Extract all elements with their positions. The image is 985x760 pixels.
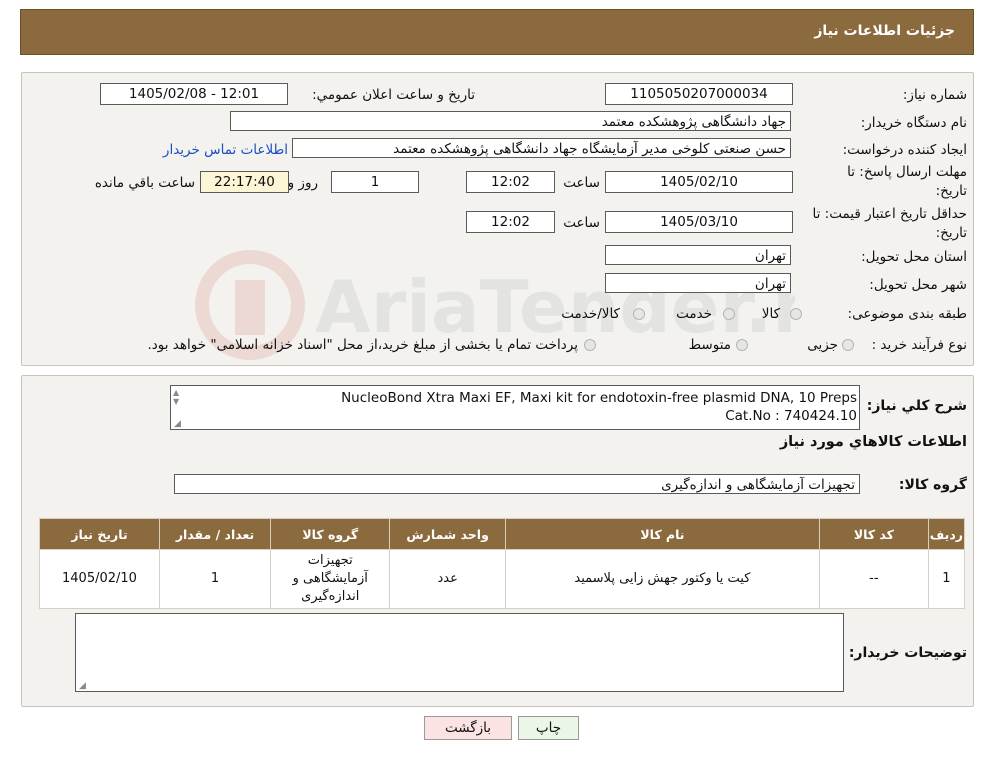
buyer-org-label: نام دستگاه خريدار: [860, 115, 967, 131]
province-label: استان محل تحويل: [861, 249, 967, 265]
remaining-time-label: ساعت باقي مانده [94, 175, 195, 191]
table-row: 1 -- کیت یا وکتور جهش زایی پلاسمید عدد ت… [39, 549, 966, 609]
buyer-notes-label: توضيحات خريدار: [848, 645, 967, 661]
cell-item-name: کیت یا وکتور جهش زایی پلاسمید [504, 549, 820, 609]
description-line-1: NucleoBond Xtra Maxi EF, Maxi kit for en… [341, 390, 857, 406]
goods-table: رديف کد کالا نام کالا واحد شمارش گروه کا… [39, 518, 966, 609]
cell-goods-group: تجهیزات آزمایشگاهی و اندازه‌گیری [270, 549, 391, 609]
resize-grip-icon[interactable]: ◢ [174, 419, 181, 429]
col-need-date: تاريخ نياز [39, 518, 160, 550]
need-number-field: 1105050207000034 [605, 83, 793, 105]
resize-grip-icon[interactable]: ◢ [79, 681, 86, 691]
cell-item-code: -- [818, 549, 929, 609]
category-label: طبقه بندی موضوعی: [847, 306, 967, 322]
announce-datetime-field: 1405/02/08 - 12:01 [100, 83, 288, 105]
description-textarea[interactable]: NucleoBond Xtra Maxi EF, Maxi kit for en… [170, 385, 860, 430]
goods-group-field: تجهیزات آزمایشگاهی و اندازه‌گیری [174, 474, 860, 494]
category-option-service: خدمت [676, 306, 712, 322]
validity-time-field: 12:02 [466, 211, 555, 233]
cell-quantity: 1 [158, 549, 272, 609]
goods-table-wrapper: رديف کد کالا نام کالا واحد شمارش گروه کا… [39, 518, 966, 609]
cell-unit: عدد [389, 549, 506, 609]
page-header: جزئیات اطلاعات نیاز [20, 9, 974, 55]
goods-group-label: گروه کالا: [898, 477, 967, 493]
description-label: شرح کلي نياز: [866, 398, 967, 414]
province-field: تهران [605, 245, 791, 265]
city-field: تهران [605, 273, 791, 293]
validity-date-field: 1405/03/10 [605, 211, 793, 233]
requester-field: حسن صنعتی کلوخی مدیر آزمایشگاه جهاد دانش… [292, 138, 791, 158]
category-radio-goods[interactable] [790, 308, 802, 320]
deadline-date-field: 1405/02/10 [605, 171, 793, 193]
buyer-notes-textarea[interactable]: ◢ [75, 613, 844, 692]
buyer-org-field: جهاد دانشگاهی پژوهشکده معتمد [230, 111, 791, 131]
category-option-goods-service: کالا/خدمت [561, 306, 620, 322]
table-header-row: رديف کد کالا نام کالا واحد شمارش گروه کا… [39, 518, 966, 550]
back-button[interactable]: بازگشت [424, 716, 512, 740]
page-title: جزئیات اطلاعات نیاز [814, 23, 955, 39]
city-label: شهر محل تحويل: [869, 277, 967, 293]
col-item-code: کد کالا [818, 518, 929, 550]
process-treasury-note: پرداخت تمام يا بخشی از مبلغ خريد،از محل … [147, 337, 578, 353]
goods-info-title: اطلاعات کالاهاي مورد نياز [779, 434, 967, 450]
validity-label: حداقل تاريخ اعتبار قيمت: تا [812, 206, 967, 222]
buyer-contact-link[interactable]: اطلاعات تماس خريدار [163, 142, 288, 158]
validity-hour-label: ساعت [563, 215, 600, 231]
remaining-time-field: 22:17:40 [200, 171, 289, 193]
scroll-arrows-icon[interactable]: ▲ ▼ [173, 388, 179, 406]
description-line-2: Cat.No : 740424.10 [725, 408, 857, 424]
days-label: روز و [287, 175, 318, 191]
process-label: نوع فرآيند خريد : [871, 337, 967, 353]
announce-label: تاریخ و ساعت اعلان عمومي: [312, 87, 475, 103]
deadline-time-field: 12:02 [466, 171, 555, 193]
requester-label: ايجاد کننده درخواست: [842, 142, 967, 158]
col-goods-group: گروه کالا [270, 518, 391, 550]
process-option-medium: متوسط [688, 337, 731, 353]
category-radio-service[interactable] [723, 308, 735, 320]
process-option-minor: جزیی [807, 337, 838, 353]
cell-row-number: 1 [927, 549, 966, 609]
deadline-label-date: تاريخ: [935, 183, 967, 199]
validity-label-date: تاريخ: [935, 225, 967, 241]
cell-need-date: 1405/02/10 [39, 549, 160, 609]
deadline-hour-label: ساعت [563, 175, 600, 191]
remaining-days-field: 1 [331, 171, 419, 193]
process-checkbox-treasury[interactable] [584, 339, 596, 351]
category-option-goods: کالا [761, 306, 780, 322]
process-radio-minor[interactable] [842, 339, 854, 351]
process-radio-medium[interactable] [736, 339, 748, 351]
col-quantity: تعداد / مقدار [158, 518, 272, 550]
print-button[interactable]: چاپ [518, 716, 579, 740]
col-item-name: نام کالا [504, 518, 820, 550]
need-number-label: شماره نیاز: [902, 87, 967, 103]
category-radio-goods-service[interactable] [633, 308, 645, 320]
col-row-number: رديف [927, 518, 966, 550]
deadline-label: مهلت ارسال پاسخ: تا [847, 164, 967, 180]
col-unit: واحد شمارش [389, 518, 506, 550]
